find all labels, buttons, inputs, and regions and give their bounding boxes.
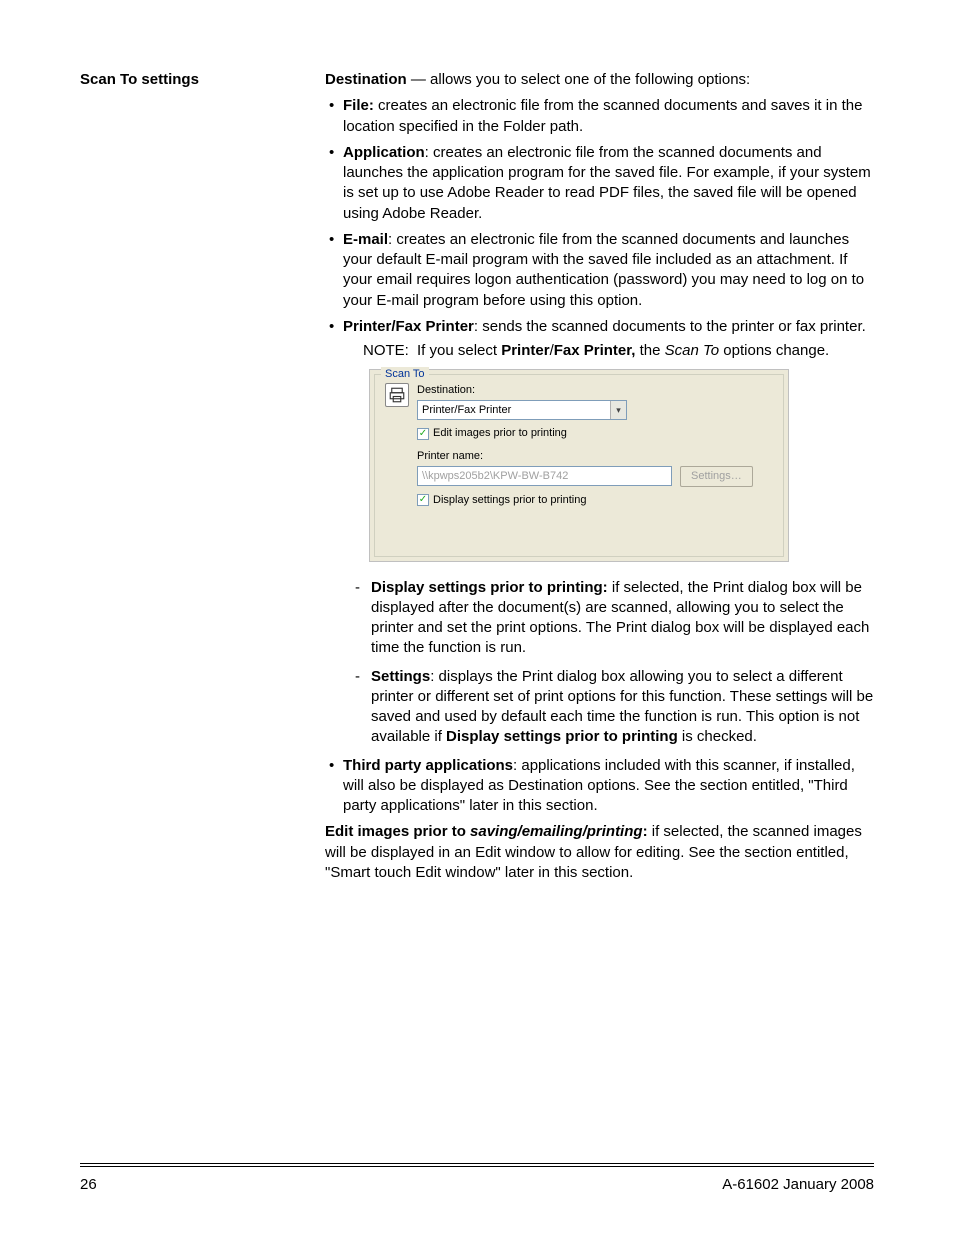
note-ital: Scan To [665,342,720,359]
edit-images-b1: Edit images prior to [325,823,470,840]
intro-bold: Destination [325,71,407,88]
printer-name-label: Printer name: [417,449,773,464]
bullet-third-party: Third party applications: applications i… [325,756,874,817]
printer-svg [388,386,406,404]
bullet-file: File: creates an electronic file from th… [325,96,874,137]
note-post2: options change. [719,342,829,359]
edit-images-checkbox-label: Edit images prior to printing [433,426,567,441]
dash-settings: Settings: displays the Print dialog box … [343,667,874,748]
d2-bold2: Display settings prior to printing [446,728,678,745]
bullet-app-bold: Application [343,144,425,161]
dash-display-settings: Display settings prior to printing: if s… [343,578,874,659]
bullet-file-bold: File: [343,97,374,114]
note-pre: If you select [417,342,501,359]
edit-images-ital: saving/emailing/printing [470,823,643,840]
page-number: 26 [80,1175,97,1195]
destination-label: Destination: [417,383,773,398]
bullet-printer: Printer/Fax Printer: sends the scanned d… [325,317,874,748]
display-settings-checkbox-label: Display settings prior to printing [433,493,586,508]
bullet-email-text: : creates an electronic file from the sc… [343,231,864,309]
third-party-bold: Third party applications [343,757,513,774]
printer-icon [385,383,409,407]
display-settings-checkbox-row[interactable]: ✓ Display settings prior to printing [417,493,773,508]
bullet-printer-bold: Printer/Fax Printer [343,318,474,335]
checkbox-checked-icon[interactable]: ✓ [417,494,429,506]
bullet-file-text: creates an electronic file from the scan… [343,97,862,134]
right-column: Destination — allows you to select one o… [325,70,874,889]
bullet-printer-text: : sends the scanned documents to the pri… [474,318,866,335]
document-id: A-61602 January 2008 [722,1175,874,1195]
destination-combo-text: Printer/Fax Printer [418,401,610,419]
printer-name-input[interactable]: \\kpwps205b2\KPW-BW-B742 [417,466,672,486]
groupbox-legend: Scan To [381,367,429,382]
bullet-application: Application: creates an electronic file … [325,143,874,224]
edit-images-checkbox-row[interactable]: ✓ Edit images prior to printing [417,426,773,441]
note-label: NOTE: [363,341,417,361]
page-footer: 26 A-61602 January 2008 [80,1163,874,1195]
content-row: Scan To settings Destination — allows yo… [80,70,874,889]
d2-bold: Settings [371,668,430,685]
edit-images-paragraph: Edit images prior to saving/emailing/pri… [325,822,874,883]
note-b1: Printer [501,342,549,359]
destination-combo[interactable]: Printer/Fax Printer ▾ [417,400,627,420]
scan-to-panel: Scan To Destination: Printer/Fax Printer [369,369,789,561]
bullet-email: E-mail: creates an electronic file from … [325,230,874,311]
printer-sublist: Display settings prior to printing: if s… [343,578,874,748]
settings-button[interactable]: Settings… [680,466,753,487]
bullet-email-bold: E-mail [343,231,388,248]
left-column: Scan To settings [80,70,325,90]
note-body: If you select Printer/Fax Printer, the S… [417,341,874,361]
note-row: NOTE: If you select Printer/Fax Printer,… [363,341,874,361]
checkbox-checked-icon[interactable]: ✓ [417,428,429,440]
group-row: Destination: Printer/Fax Printer ▾ ✓ Edi… [385,383,773,515]
document-page: Scan To settings Destination — allows yo… [0,0,954,1235]
d2-text2: is checked. [678,728,757,745]
printer-name-row: \\kpwps205b2\KPW-BW-B742 Settings… [417,466,773,487]
d1-bold: Display settings prior to printing: [371,579,608,596]
destination-bullets: File: creates an electronic file from th… [325,96,874,816]
note-b2: Fax Printer, [554,342,636,359]
intro-rest: — allows you to select one of the follow… [407,71,751,88]
intro-paragraph: Destination — allows you to select one o… [325,70,874,90]
chevron-down-icon[interactable]: ▾ [610,401,626,419]
scan-to-groupbox: Scan To Destination: Printer/Fax Printer [374,374,784,556]
note-post1: the [635,342,664,359]
group-content: Destination: Printer/Fax Printer ▾ ✓ Edi… [417,383,773,515]
section-heading: Scan To settings [80,70,325,90]
